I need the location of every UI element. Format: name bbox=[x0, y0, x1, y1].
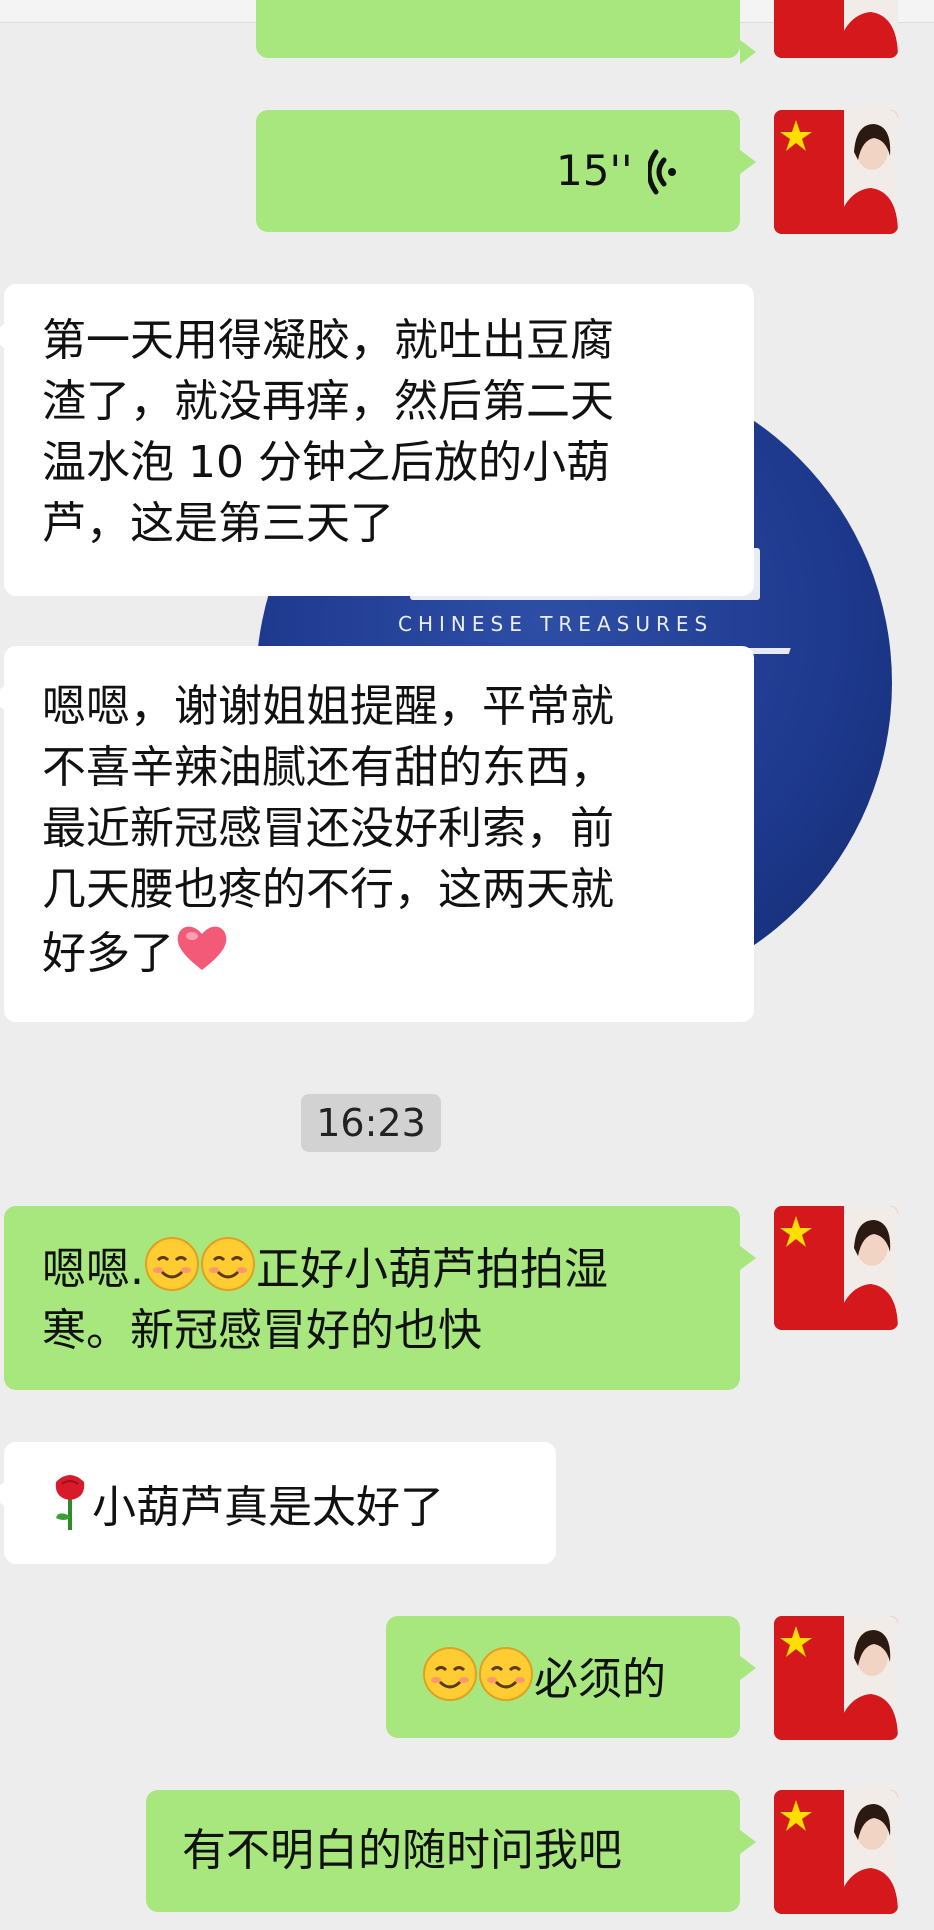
smiling-face-emoji bbox=[201, 1237, 255, 1291]
avatar[interactable] bbox=[774, 1790, 898, 1914]
avatar[interactable] bbox=[774, 1206, 898, 1330]
message-text-line: 寒。新冠感冒好的也快 bbox=[42, 1305, 482, 1356]
message-bubble-outgoing[interactable]: 有不明白的随时问我吧 bbox=[146, 1790, 756, 1912]
message-text-line: 嗯嗯，谢谢姐姐提醒，平常就 bbox=[42, 681, 614, 732]
message-bubble-incoming[interactable]: 第一天用得凝胶，就吐出豆腐 渣了，就没再痒，然后第二天 温水泡 10 分钟之后放… bbox=[0, 284, 754, 596]
message-text-line: 芦，这是第三天了 bbox=[42, 498, 394, 549]
heart-emoji bbox=[177, 926, 227, 970]
message-text-line: 不喜辛辣油腻还有甜的东西， bbox=[42, 742, 614, 793]
message-text-line: 好多了 bbox=[42, 928, 174, 979]
user-avatar-icon bbox=[774, 1790, 898, 1914]
smiling-face-emoji bbox=[145, 1237, 199, 1291]
message-text-line: 最近新冠感冒还没好利索，前 bbox=[42, 803, 614, 854]
smiling-face-emoji bbox=[479, 1647, 533, 1701]
voice-duration: 15'' bbox=[556, 146, 633, 195]
avatar[interactable] bbox=[774, 110, 898, 234]
user-avatar-icon bbox=[774, 110, 898, 234]
user-avatar-icon bbox=[774, 1616, 898, 1740]
avatar[interactable] bbox=[774, 0, 898, 58]
message-text-line: 几天腰也疼的不行，这两天就 bbox=[42, 864, 614, 915]
message-text-line: 第一天用得凝胶，就吐出豆腐 bbox=[42, 315, 614, 366]
message-bubble-incoming[interactable]: 嗯嗯，谢谢姐姐提醒，平常就 不喜辛辣油腻还有甜的东西， 最近新冠感冒还没好利索，… bbox=[0, 646, 754, 1022]
timestamp-divider: 16:23 bbox=[301, 1094, 441, 1152]
message-text-line: 小葫芦真是太好了 bbox=[92, 1482, 444, 1533]
avatar[interactable] bbox=[774, 1616, 898, 1740]
message-bubble-incoming[interactable]: 小葫芦真是太好了 bbox=[0, 1442, 556, 1564]
message-text-prefix: 嗯嗯. bbox=[42, 1244, 144, 1295]
message-text-line: 温水泡 10 分钟之后放的小葫 bbox=[42, 437, 610, 488]
message-bubble-outgoing[interactable]: 嗯嗯. 正好小葫芦拍拍湿 寒。新冠感冒好的也快 bbox=[4, 1206, 756, 1390]
message-bubble-outgoing[interactable]: 必须的 bbox=[386, 1616, 756, 1738]
user-avatar-icon bbox=[774, 0, 898, 58]
smiling-face-emoji bbox=[423, 1647, 477, 1701]
message-text-line: 渣了，就没再痒，然后第二天 bbox=[42, 376, 614, 427]
message-text-line: 必须的 bbox=[534, 1654, 666, 1705]
message-text-line: 有不明白的随时问我吧 bbox=[182, 1825, 622, 1876]
message-bubble-outgoing[interactable] bbox=[256, 0, 756, 64]
message-text-line: 正好小葫芦拍拍湿 bbox=[256, 1244, 608, 1295]
voice-wave-icon bbox=[648, 149, 676, 195]
user-avatar-icon bbox=[774, 1206, 898, 1330]
rose-emoji bbox=[55, 1475, 85, 1530]
chat-background-logo-text: CHINESE TREASURES bbox=[398, 612, 714, 636]
